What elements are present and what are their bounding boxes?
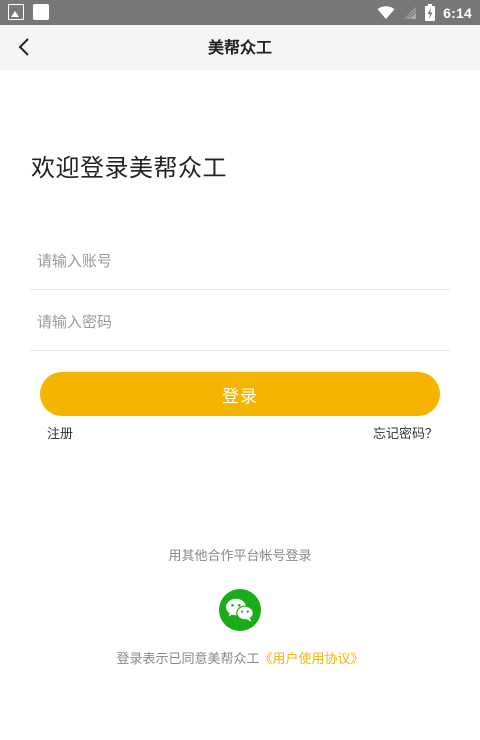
notification-square-icon — [33, 4, 49, 20]
page-title: 美帮众工 — [207, 38, 272, 57]
back-button[interactable] — [10, 33, 38, 61]
nav-bar: 美帮众工 — [0, 25, 480, 70]
agreement-text: 登录表示已同意美帮众工《用户使用协议》 — [0, 648, 480, 667]
status-bar: 6:14 — [0, 0, 480, 25]
signal-icon — [404, 6, 417, 19]
user-agreement-link[interactable]: 《用户使用协议》 — [260, 652, 364, 667]
forgot-password-link[interactable]: 忘记密码？ — [373, 423, 438, 442]
image-icon — [8, 4, 24, 20]
wechat-login-button[interactable] — [219, 589, 261, 631]
battery-icon — [425, 4, 436, 21]
password-field — [30, 293, 450, 351]
account-input[interactable] — [30, 232, 450, 289]
status-icons: 6:14 — [377, 3, 472, 22]
chevron-left-icon — [18, 38, 29, 56]
login-button[interactable]: 登录 — [40, 372, 440, 416]
account-field — [30, 232, 450, 290]
agreement-prefix: 登录表示已同意美帮众工 — [116, 652, 260, 667]
wechat-icon — [226, 598, 254, 622]
register-link[interactable]: 注册 — [47, 423, 73, 442]
other-login-label: 用其他合作平台帐号登录 — [168, 549, 312, 564]
password-input[interactable] — [30, 293, 450, 350]
welcome-heading: 欢迎登录美帮众工 — [31, 154, 227, 182]
status-time: 6:14 — [443, 4, 472, 21]
wifi-icon — [377, 5, 395, 19]
